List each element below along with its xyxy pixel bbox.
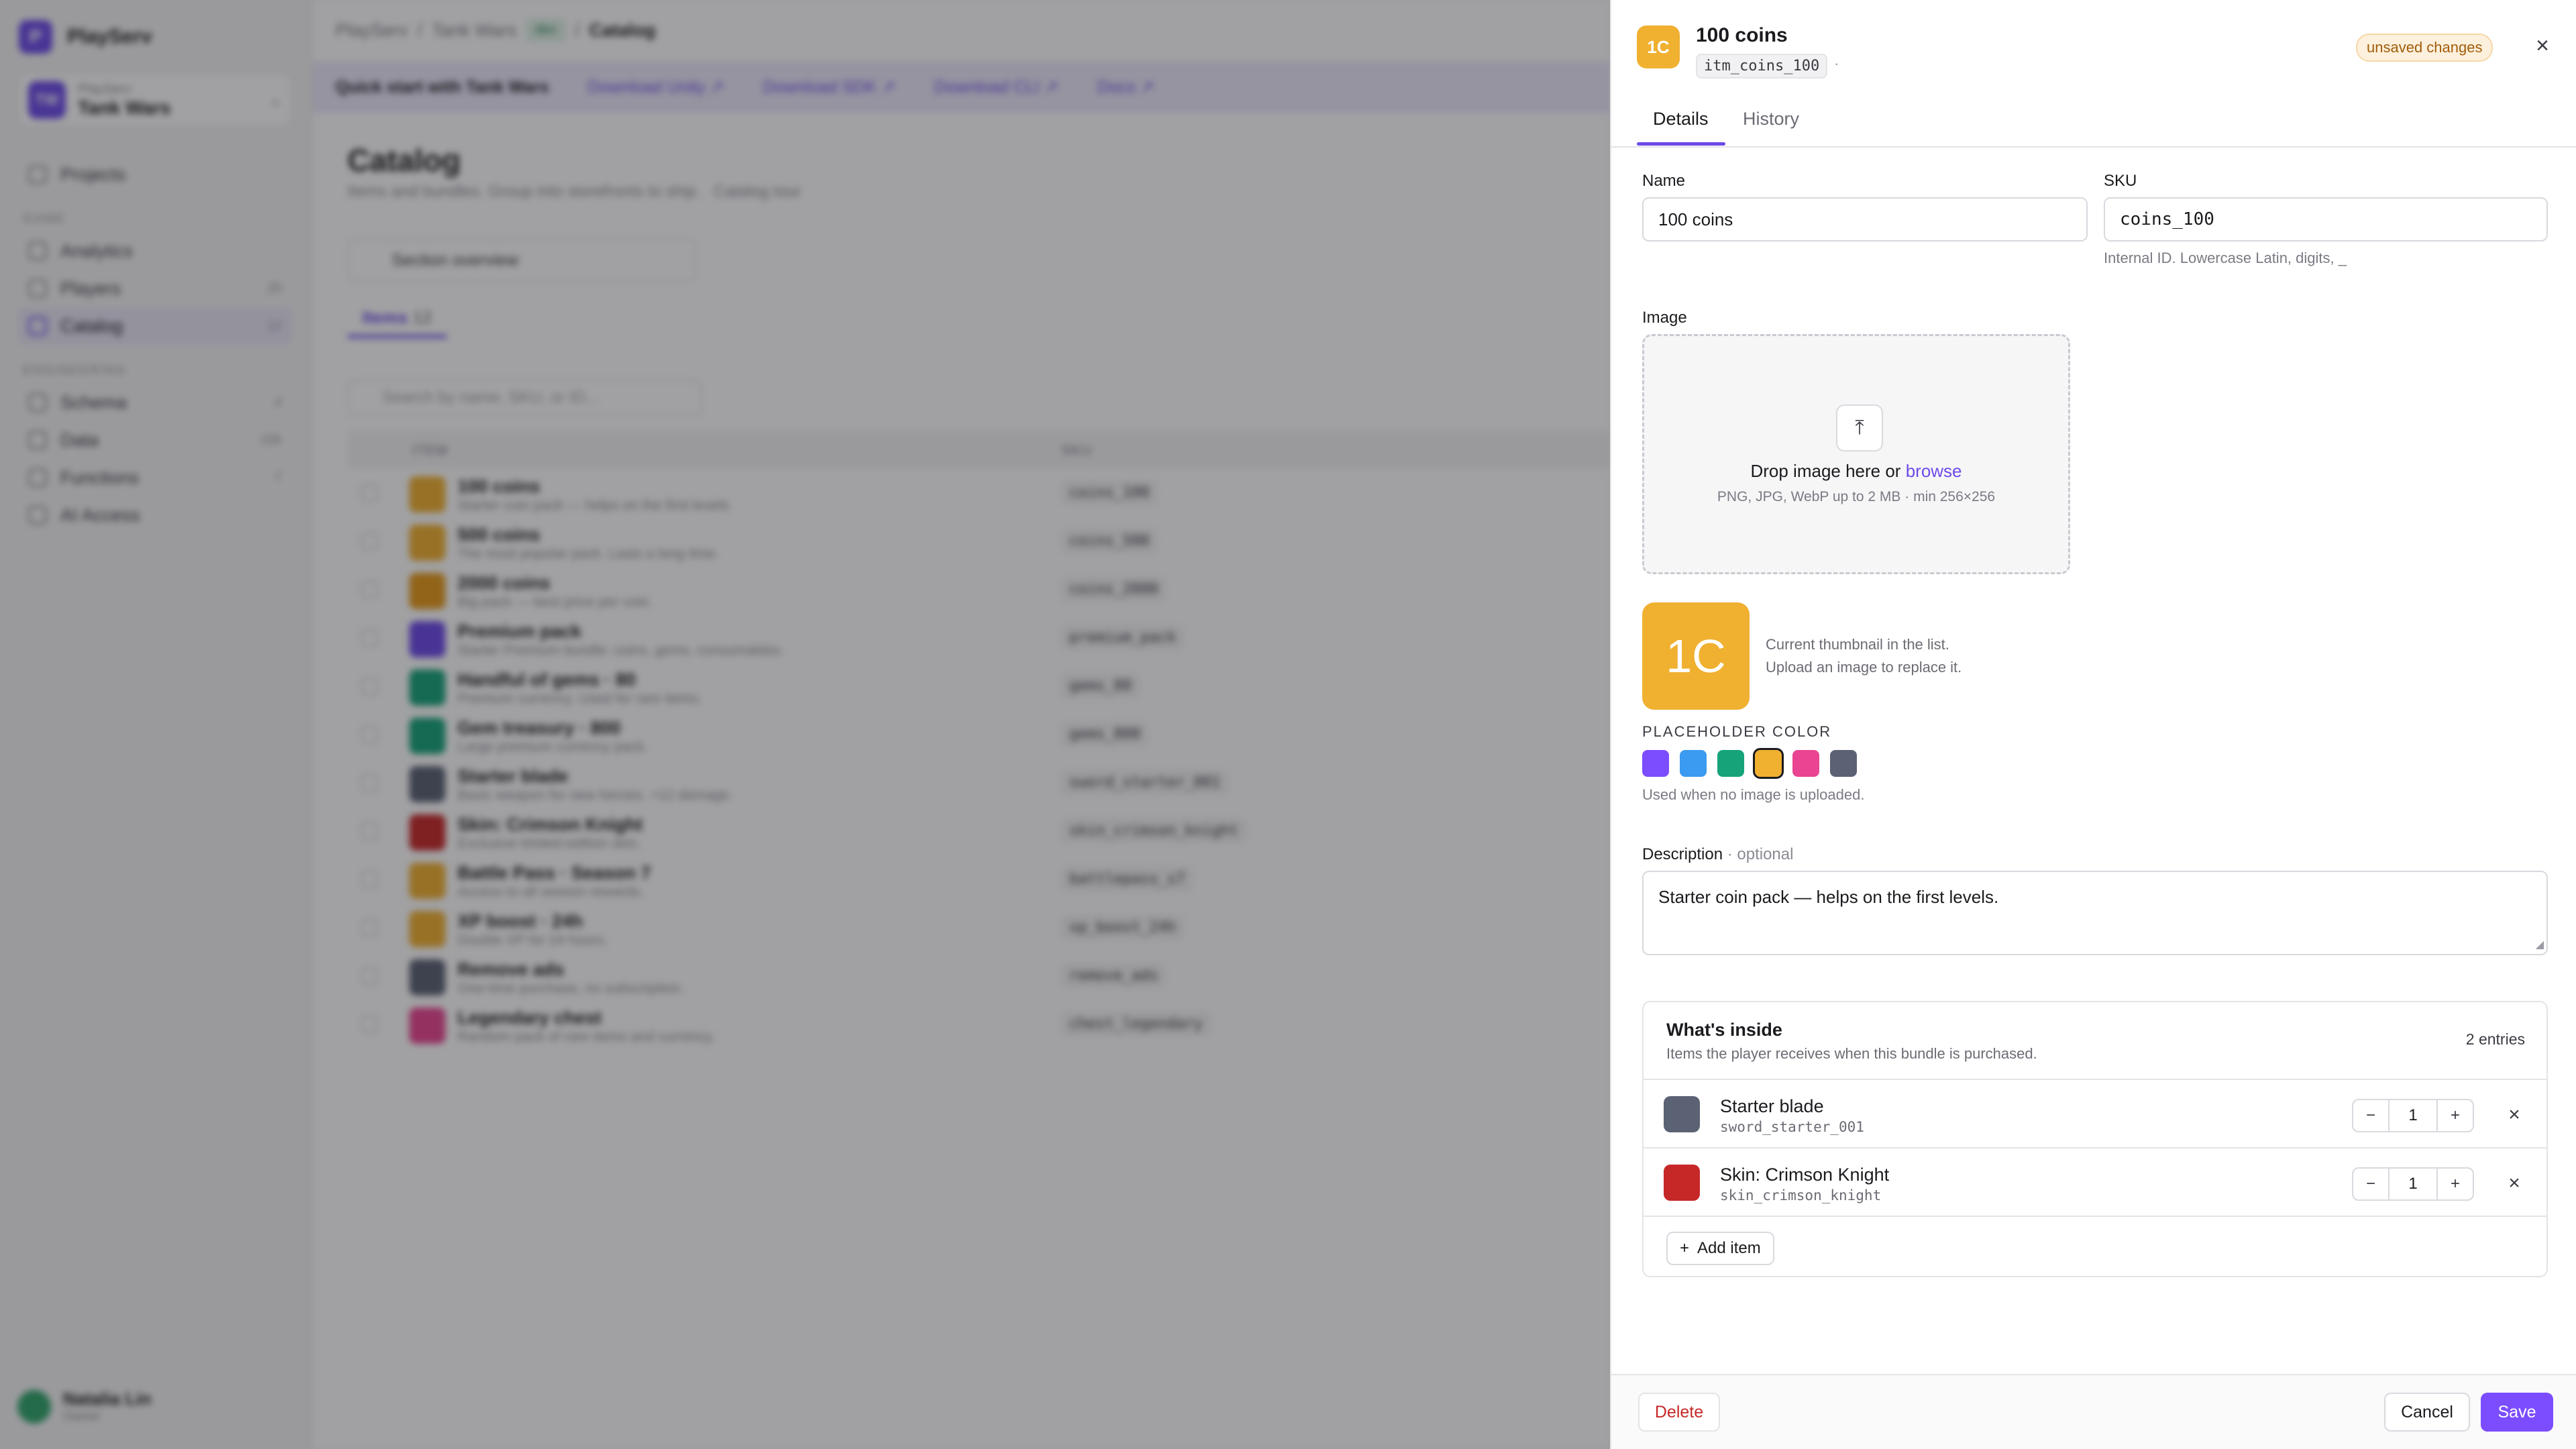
item-id-chip[interactable]: itm_coins_100 — [1696, 54, 1828, 78]
remove-entry-icon[interactable]: × — [2500, 1169, 2529, 1198]
quantity-stepper: −1 + — [2352, 1167, 2474, 1201]
tab-details[interactable]: Details — [1653, 109, 1709, 129]
placeholder-color-help: Used when no image is uploaded. — [1642, 786, 1865, 803]
item-editor-drawer: 1C 100 coins itm_coins_100 · unsaved cha… — [1610, 0, 2576, 1449]
placeholder-color-label: PLACEHOLDER COLOR — [1642, 723, 1832, 740]
bundle-contents: What's inside Items the player receives … — [1642, 1001, 2548, 1277]
color-swatch[interactable] — [1680, 750, 1707, 777]
item-thumbnail: 1C — [1637, 25, 1680, 68]
description-field[interactable]: Starter coin pack — helps on the first l… — [1642, 871, 2548, 955]
increment-button[interactable]: + — [2438, 1169, 2473, 1199]
active-tab-indicator — [1637, 142, 1725, 146]
decrement-button[interactable]: − — [2353, 1100, 2388, 1131]
remove-entry-icon[interactable]: × — [2500, 1100, 2529, 1130]
thumbnail-note: Current thumbnail in the list. Upload an… — [1766, 636, 1962, 676]
entry-name: Starter blade — [1720, 1096, 1824, 1116]
drop-constraints: PNG, JPG, WebP up to 2 MB · min 256×256 — [1717, 489, 1996, 504]
modal-backdrop[interactable] — [0, 0, 1610, 1449]
resize-handle-icon[interactable]: ◢ — [2536, 938, 2544, 951]
bundle-entry: Starter blade sword_starter_001 −1 + × — [1644, 1080, 2546, 1147]
drawer-header: 1C 100 coins itm_coins_100 · unsaved cha… — [1611, 0, 2576, 94]
divider — [1644, 1216, 2546, 1217]
name-field[interactable]: 100 coins — [1642, 197, 2088, 241]
add-item-button[interactable]: + Add item — [1666, 1232, 1774, 1265]
entry-sku: sword_starter_001 — [1720, 1119, 1864, 1135]
entries-count: 2 entries — [2465, 1030, 2525, 1048]
entry-name: Skin: Crimson Knight — [1720, 1165, 1890, 1185]
description-label: Description · optional — [1642, 845, 1794, 863]
quantity-field[interactable]: 1 — [2388, 1100, 2438, 1131]
image-dropzone[interactable]: ⤒ Drop image here or browse PNG, JPG, We… — [1642, 334, 2070, 574]
upload-icon: ⤒ — [1836, 405, 1883, 451]
color-swatch[interactable] — [1642, 750, 1669, 777]
placeholder-color-picker — [1642, 748, 1857, 779]
unsaved-changes-badge: unsaved changes — [2356, 34, 2493, 62]
plus-icon: + — [1680, 1239, 1690, 1257]
quantity-field[interactable]: 1 — [2388, 1169, 2438, 1199]
image-label: Image — [1642, 309, 1687, 327]
bundle-entry: Skin: Crimson Knight skin_crimson_knight −… — [1644, 1148, 2546, 1216]
id-separator: · — [1834, 55, 1839, 72]
tab-history[interactable]: History — [1743, 109, 1799, 129]
drawer-title: 100 coins — [1696, 24, 1788, 46]
browse-link[interactable]: browse — [1906, 461, 1962, 481]
color-swatch[interactable] — [1830, 750, 1857, 777]
entry-thumbnail — [1664, 1096, 1700, 1132]
sku-field[interactable]: coins_100 — [2104, 197, 2548, 241]
quantity-stepper: −1 + — [2352, 1099, 2474, 1132]
close-icon[interactable]: × — [2529, 32, 2556, 59]
color-swatch[interactable] — [1792, 750, 1819, 777]
drop-text: Drop image here or browse — [1750, 461, 1962, 481]
color-swatch[interactable] — [1753, 748, 1784, 779]
add-item-label: Add item — [1697, 1239, 1761, 1257]
drawer-tabs: Details History — [1611, 94, 2576, 148]
cancel-button[interactable]: Cancel — [2384, 1393, 2470, 1432]
decrement-button[interactable]: − — [2353, 1169, 2388, 1199]
bundle-contents-title: What's inside — [1666, 1020, 1782, 1040]
delete-button[interactable]: Delete — [1638, 1393, 1720, 1432]
save-button[interactable]: Save — [2481, 1393, 2553, 1432]
bundle-contents-subtitle: Items the player receives when this bund… — [1666, 1045, 2037, 1062]
sku-help: Internal ID. Lowercase Latin, digits, _ — [2104, 250, 2347, 266]
color-swatch[interactable] — [1717, 750, 1744, 777]
entry-thumbnail — [1664, 1165, 1700, 1201]
entry-sku: skin_crimson_knight — [1720, 1187, 1882, 1203]
increment-button[interactable]: + — [2438, 1100, 2473, 1131]
current-thumbnail: 1C — [1642, 602, 1750, 710]
sku-label: SKU — [2104, 172, 2137, 190]
name-label: Name — [1642, 172, 1686, 190]
drawer-footer: Delete Cancel Save — [1611, 1374, 2576, 1449]
